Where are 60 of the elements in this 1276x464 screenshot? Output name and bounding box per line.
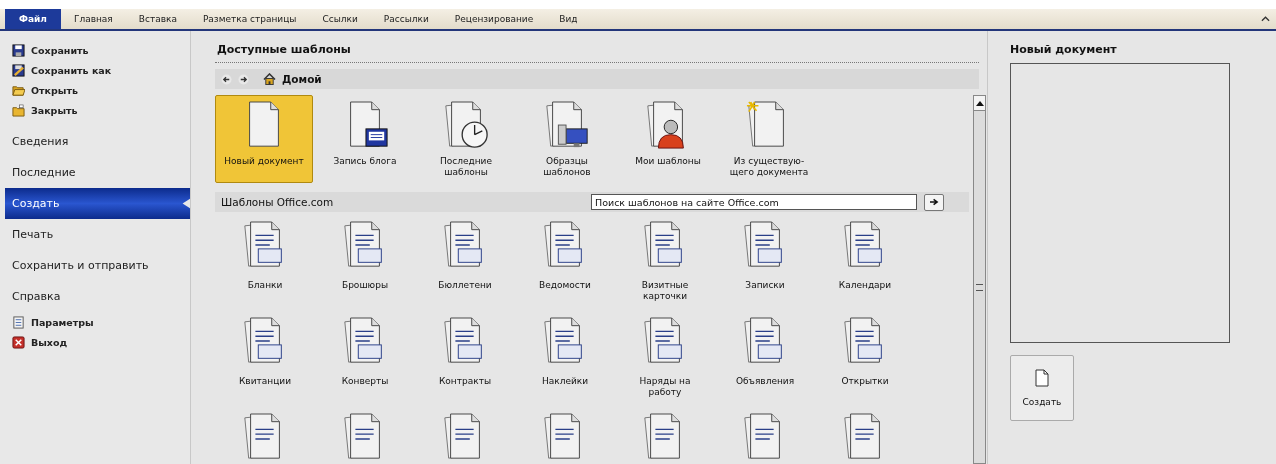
sidebar-tab[interactable]: Создать <box>5 188 190 219</box>
template-category[interactable]: Наклейки <box>515 316 615 404</box>
ribbon-tab[interactable]: Ссылки <box>309 9 371 29</box>
ribbon-tab[interactable]: Главная <box>60 9 126 29</box>
template-category[interactable]: Брошюры <box>315 220 415 308</box>
open-folder-icon <box>12 83 25 97</box>
preview-title: Новый документ <box>1010 43 1118 56</box>
section-title: Доступные шаблоны <box>217 43 352 56</box>
sidebar-command[interactable]: Сохранить <box>0 40 190 60</box>
document-list-icon <box>12 315 25 329</box>
template-category[interactable]: Календари <box>815 220 915 308</box>
template-category[interactable]: Открытки <box>815 316 915 404</box>
office-templates-title: Шаблоны Office.com <box>221 196 335 208</box>
sidebar-command[interactable]: Сохранить как <box>0 60 190 80</box>
template-category[interactable]: Квитанции <box>215 316 315 404</box>
sidebar-command[interactable]: Выход <box>0 332 190 352</box>
create-button[interactable]: Создать <box>1010 355 1074 421</box>
template-search-field[interactable]: Поиск шаблонов на сайте Office.com <box>591 194 917 210</box>
ribbon-tab[interactable]: Вставка <box>125 9 190 29</box>
forward-icon[interactable] <box>238 73 249 85</box>
floppy-pencil-icon <box>12 63 25 77</box>
template-category[interactable]: Контракты <box>415 316 515 404</box>
sidebar-command[interactable]: Закрыть <box>0 100 190 120</box>
template-category[interactable]: Визитные карточки <box>615 220 715 308</box>
template-category[interactable]: Объявления <box>715 316 815 404</box>
template-category[interactable]: Конверты <box>315 316 415 404</box>
template-category[interactable]: Бюллетени <box>415 220 515 308</box>
ribbon-tab[interactable]: Рецензирование <box>441 9 547 29</box>
search-button[interactable] <box>924 193 944 211</box>
template-tile[interactable]: Запись блога <box>316 95 414 183</box>
exit-icon <box>12 335 25 349</box>
ribbon-tab[interactable]: Рассылки <box>370 9 442 29</box>
sidebar-command[interactable]: Открыть <box>0 80 190 100</box>
template-category[interactable]: Записки <box>715 220 815 308</box>
template-tile[interactable]: Из существую-щего документа <box>720 95 818 183</box>
ribbon-tab[interactable]: Разметка страницы <box>189 9 310 29</box>
sidebar-command[interactable]: Параметры <box>0 312 190 332</box>
home-icon[interactable] <box>263 73 276 85</box>
collapse-ribbon-icon[interactable] <box>1261 16 1270 22</box>
sidebar-tab[interactable]: Последние <box>0 157 190 188</box>
back-icon[interactable] <box>221 73 232 85</box>
folder-icon <box>12 103 25 117</box>
home-link[interactable]: Домой <box>282 73 322 85</box>
template-tile[interactable]: Мои шаблоны <box>619 95 717 183</box>
scrollbar[interactable] <box>973 95 986 464</box>
template-tile[interactable]: Последние шаблоны <box>417 95 515 183</box>
ribbon-tab[interactable]: Вид <box>546 9 591 29</box>
sidebar-tab[interactable]: Справка <box>0 281 190 312</box>
template-tile[interactable]: Новый документ <box>215 95 313 183</box>
template-category[interactable]: Ведомости <box>515 220 615 308</box>
template-tile[interactable]: Образцы шаблонов <box>518 95 616 183</box>
ribbon-tab[interactable]: Файл <box>5 9 61 29</box>
template-category[interactable]: Наряды на работу <box>615 316 715 404</box>
template-category[interactable]: Бланки <box>215 220 315 308</box>
sidebar-tab[interactable]: Печать <box>0 219 190 250</box>
sidebar-tab[interactable]: Сведения <box>0 126 190 157</box>
right-arrow-icon <box>929 198 939 206</box>
scroll-up-icon[interactable] <box>975 100 984 106</box>
sidebar-tab[interactable]: Сохранить и отправить <box>0 250 190 281</box>
blank-page-icon <box>1035 369 1049 387</box>
